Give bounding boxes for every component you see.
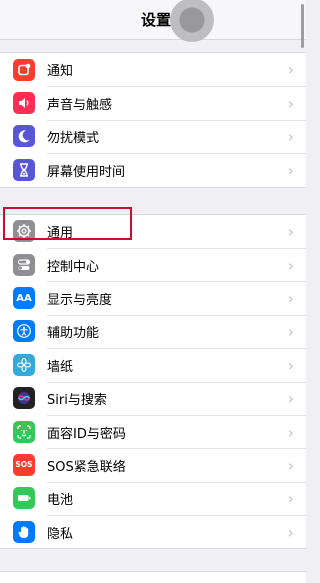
moon-icon [13,125,35,148]
settings-item-label: 电池 [47,493,74,509]
chevron-right-icon: › [287,127,294,147]
settings-item-screen-time[interactable]: 屏幕使用时间 › [0,153,306,186]
notifications-icon [13,58,35,81]
sos-icon: SOS [13,453,35,476]
settings-item-display-brightness[interactable]: AA 显示与亮度 › [0,281,306,314]
settings-item-label: 面容ID与密码 [47,426,126,442]
settings-item-label: 隐私 [47,526,74,542]
hourglass-icon [13,158,35,181]
next-settings-group-partial [0,571,306,583]
settings-item-privacy[interactable]: 隐私 › [0,515,306,548]
navigation-bar: 设置 [0,0,306,42]
speaker-icon [13,92,35,115]
chevron-right-icon: › [287,489,294,509]
highlight-box [3,207,132,240]
chevron-right-icon: › [287,289,294,309]
settings-item-label: 显示与亮度 [47,293,113,309]
settings-item-sounds[interactable]: 声音与触感 › [0,86,306,119]
settings-item-label: SOS紧急联络 [47,459,126,475]
settings-item-label: 通知 [47,64,74,80]
settings-item-notifications[interactable]: 通知 › [0,53,306,86]
settings-item-label: Siri与搜索 [47,393,107,409]
settings-item-battery[interactable]: 电池 › [0,481,306,515]
chevron-right-icon: › [287,322,294,342]
hand-icon [13,520,35,543]
accessibility-icon [13,320,35,343]
settings-item-label: 声音与触感 [47,98,113,114]
chevron-right-icon: › [287,522,294,542]
settings-item-control-center[interactable]: 控制中心 › [0,247,306,281]
settings-item-label: 墙纸 [47,359,74,375]
settings-group-2: 通用 › 控制中心 › AA 显示与亮度 › 辅助功能 › 墙纸 › Siri与搜索 › 面… [0,213,306,550]
settings-item-label: 勿扰模式 [47,131,100,147]
flower-icon [13,353,35,376]
settings-item-accessibility[interactable]: 辅助功能 › [0,314,306,348]
settings-item-siri-search[interactable]: Siri与搜索 › [0,381,306,415]
settings-item-face-id[interactable]: 面容ID与密码 › [0,414,306,448]
chevron-right-icon: › [287,455,294,475]
settings-group-1: 通知 › 声音与触感 › 勿扰模式 › 屏幕使用时间 › [0,52,306,188]
text-size-icon: AA [13,287,35,310]
settings-item-label: 辅助功能 [47,326,100,342]
toggles-icon [13,253,35,276]
touch-indicator [170,0,214,42]
chevron-right-icon: › [287,221,294,241]
chevron-right-icon: › [287,160,294,180]
chevron-right-icon: › [287,355,294,375]
scrollbar[interactable] [301,4,304,48]
settings-item-emergency-sos[interactable]: SOS SOS紧急联络 › [0,448,306,481]
chevron-right-icon: › [287,60,294,80]
settings-item-wallpaper[interactable]: 墙纸 › [0,348,306,381]
chevron-right-icon: › [287,255,294,275]
chevron-right-icon: › [287,389,294,409]
chevron-right-icon: › [287,422,294,442]
battery-icon [13,487,35,510]
page-title: 设置 [140,11,171,29]
settings-item-do-not-disturb[interactable]: 勿扰模式 › [0,119,306,153]
chevron-right-icon: › [287,94,294,114]
settings-item-label: 屏幕使用时间 [47,164,126,180]
face-id-icon [13,420,35,443]
siri-icon [13,387,35,410]
settings-item-label: 控制中心 [47,259,100,275]
